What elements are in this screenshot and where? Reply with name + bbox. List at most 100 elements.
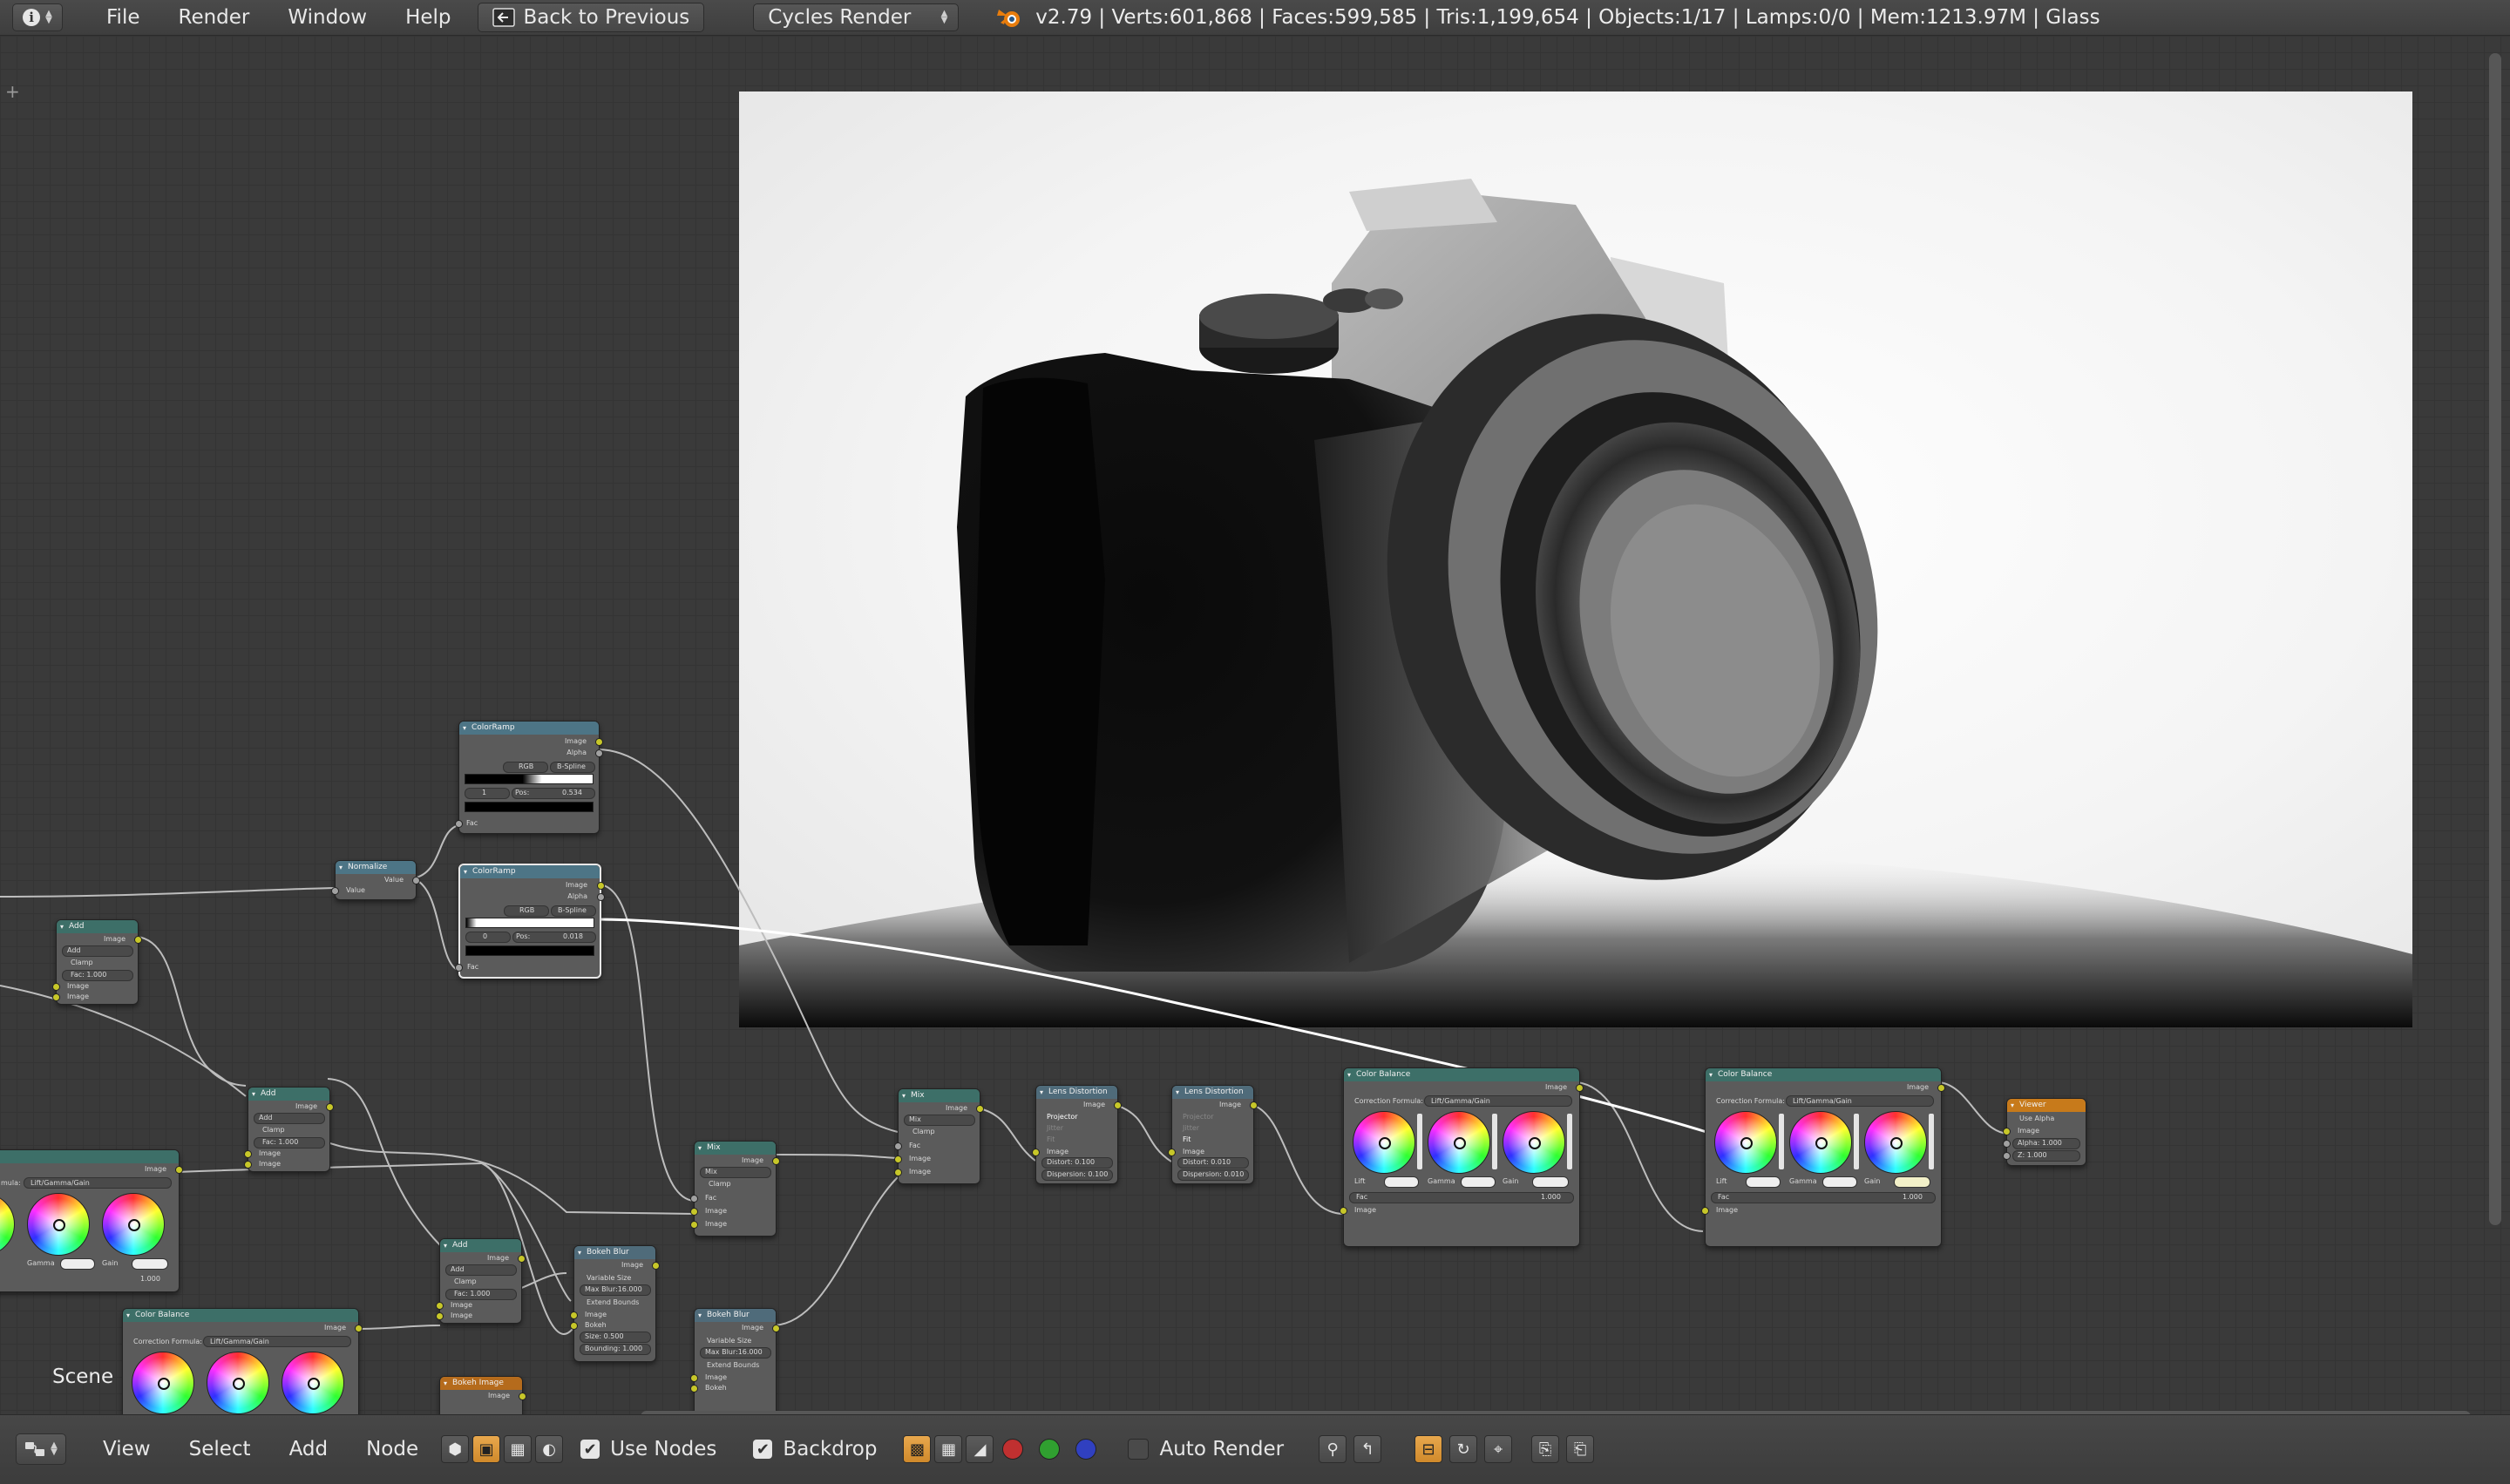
node-header[interactable]: Color Balance [1344,1068,1579,1081]
gain-value-slider[interactable] [1929,1114,1934,1169]
output-socket[interactable] [597,882,605,890]
node-header[interactable]: ColorRamp [459,722,599,735]
extend-bounds-checkbox[interactable]: Extend Bounds [587,1298,639,1306]
clamp-checkbox-label[interactable]: Clamp [709,1180,731,1188]
projector-checkbox[interactable]: Projector [1047,1113,1078,1121]
node-header[interactable] [0,1150,179,1163]
vertical-scrollbar[interactable] [2489,53,2501,1225]
gamma-color-wheel[interactable] [1789,1111,1852,1174]
use-nodes-checkbox[interactable]: ✔ [580,1440,600,1459]
input-socket[interactable] [570,1322,578,1330]
rgb-alpha-channel-icon[interactable]: ▩ [903,1435,932,1463]
stop-index-field[interactable] [465,788,510,799]
input-socket[interactable] [2003,1140,2011,1148]
lift-color-wheel[interactable] [0,1193,15,1256]
clamp-checkbox-label[interactable]: Clamp [454,1277,477,1285]
node-header[interactable]: Add [248,1088,329,1101]
node-bokeh-image[interactable]: Bokeh Image Image [439,1376,526,1414]
color-swatch[interactable] [465,945,594,956]
output-socket[interactable] [134,936,142,944]
gamma-color-swatch[interactable] [60,1258,95,1270]
lift-color-wheel[interactable] [132,1352,194,1414]
output-socket[interactable] [595,738,603,746]
node-header[interactable]: Color Balance [123,1309,358,1322]
input-socket[interactable] [570,1311,578,1319]
red-channel-icon[interactable] [1002,1439,1024,1460]
node-header[interactable]: Add [57,920,138,933]
output-socket[interactable] [1250,1101,1258,1109]
node-color-balance-3[interactable]: Image mula: Lift/Gamma/Gain Gamma Gain 1… [0,1149,183,1292]
node-header[interactable]: Viewer [2007,1099,2086,1112]
input-socket[interactable] [1701,1207,1709,1215]
input-socket[interactable] [436,1302,444,1310]
jitter-checkbox[interactable]: Jitter [1047,1124,1063,1132]
compositing-nodes-icon[interactable]: ▣ [472,1435,501,1463]
input-socket[interactable] [2003,1152,2011,1160]
output-socket[interactable] [1576,1084,1584,1092]
output-socket[interactable] [652,1262,660,1270]
menu-render[interactable]: Render [159,6,269,29]
gain-color-swatch[interactable] [132,1258,168,1270]
output-socket[interactable] [976,1105,984,1113]
input-socket[interactable] [690,1208,698,1216]
magnet-icon[interactable]: ⌖ [1484,1435,1513,1463]
input-socket[interactable] [455,964,463,972]
input-socket[interactable] [436,1312,444,1320]
output-socket[interactable] [595,749,603,757]
node-header[interactable]: Lens Distortion [1172,1086,1253,1099]
input-socket[interactable] [690,1374,698,1382]
output-socket[interactable] [412,877,420,884]
menu-window[interactable]: Window [268,6,386,29]
backdrop-checkbox[interactable]: ✔ [753,1440,773,1459]
node-color-balance-4[interactable]: Color Balance Image Correction Formula: … [122,1308,363,1414]
blue-channel-icon[interactable] [1075,1439,1097,1460]
node-viewer[interactable]: Viewer Use Alpha Image Alpha: 1.000 Z: 1… [2003,1098,2086,1166]
node-colorramp-1[interactable]: ColorRamp Image Alpha RGB B-Spline 1 Pos… [455,721,603,834]
input-socket[interactable] [690,1385,698,1393]
input-socket[interactable] [244,1161,252,1169]
menu-node[interactable]: Node [347,1438,438,1460]
green-channel-icon[interactable] [1039,1439,1061,1460]
gamma-color-swatch[interactable] [1822,1176,1857,1188]
input-socket[interactable] [894,1169,902,1176]
node-lens-distortion-1[interactable]: Lens Distortion Image Projector Jitter F… [1032,1085,1122,1184]
menu-select[interactable]: Select [170,1438,270,1460]
input-socket[interactable] [1340,1207,1347,1215]
lift-color-swatch[interactable] [1384,1176,1419,1188]
input-socket[interactable] [244,1150,252,1158]
node-colorramp-2[interactable]: ColorRamp Image Alpha RGB B-Spline 0 Pos… [455,864,605,979]
gain-value-slider[interactable] [1567,1114,1572,1169]
lift-value-slider[interactable] [1779,1114,1784,1169]
color-ramp-gradient[interactable] [465,774,594,784]
output-socket[interactable] [772,1157,780,1165]
output-socket[interactable] [355,1325,363,1332]
input-socket[interactable] [52,983,60,991]
lift-color-wheel[interactable] [1353,1111,1415,1174]
menu-view[interactable]: View [84,1438,170,1460]
node-add-3[interactable]: Add Image Add Clamp Fac: 1.000 Image Ima… [436,1238,526,1324]
node-header[interactable]: ColorRamp [460,865,600,878]
node-header[interactable]: Bokeh Blur [574,1246,655,1259]
output-socket[interactable] [1937,1084,1945,1092]
output-socket[interactable] [597,893,605,901]
clamp-checkbox-label[interactable]: Clamp [262,1126,285,1134]
extend-bounds-checkbox[interactable]: Extend Bounds [707,1361,759,1369]
stop-index-field[interactable] [465,932,511,943]
editor-type-selector[interactable]: ▲ ▼ [16,1433,66,1465]
paste-nodes-icon[interactable]: ⎗ [1566,1435,1595,1463]
output-socket[interactable] [1114,1101,1122,1109]
gamma-value-slider[interactable] [1492,1114,1497,1169]
clamp-checkbox-label[interactable]: Clamp [912,1128,935,1135]
node-header[interactable]: Mix [695,1142,776,1155]
node-header[interactable]: Mix [899,1089,980,1102]
fit-checkbox[interactable]: Fit [1183,1135,1191,1143]
lift-value-slider[interactable] [1417,1114,1422,1169]
node-lens-distortion-2[interactable]: Lens Distortion Image Projector Jitter F… [1168,1085,1258,1184]
input-socket[interactable] [690,1195,698,1203]
texture-nodes-icon[interactable]: ▦ [504,1435,533,1463]
lift-color-wheel[interactable] [1714,1111,1777,1174]
node-header[interactable]: Bokeh Image [440,1377,522,1390]
node-color-balance-2[interactable]: Color Balance Image Correction Formula: … [1701,1067,1945,1247]
node-editor-area[interactable]: + + [0,36,2510,1414]
rgb-channel-icon[interactable]: ▦ [934,1435,963,1463]
